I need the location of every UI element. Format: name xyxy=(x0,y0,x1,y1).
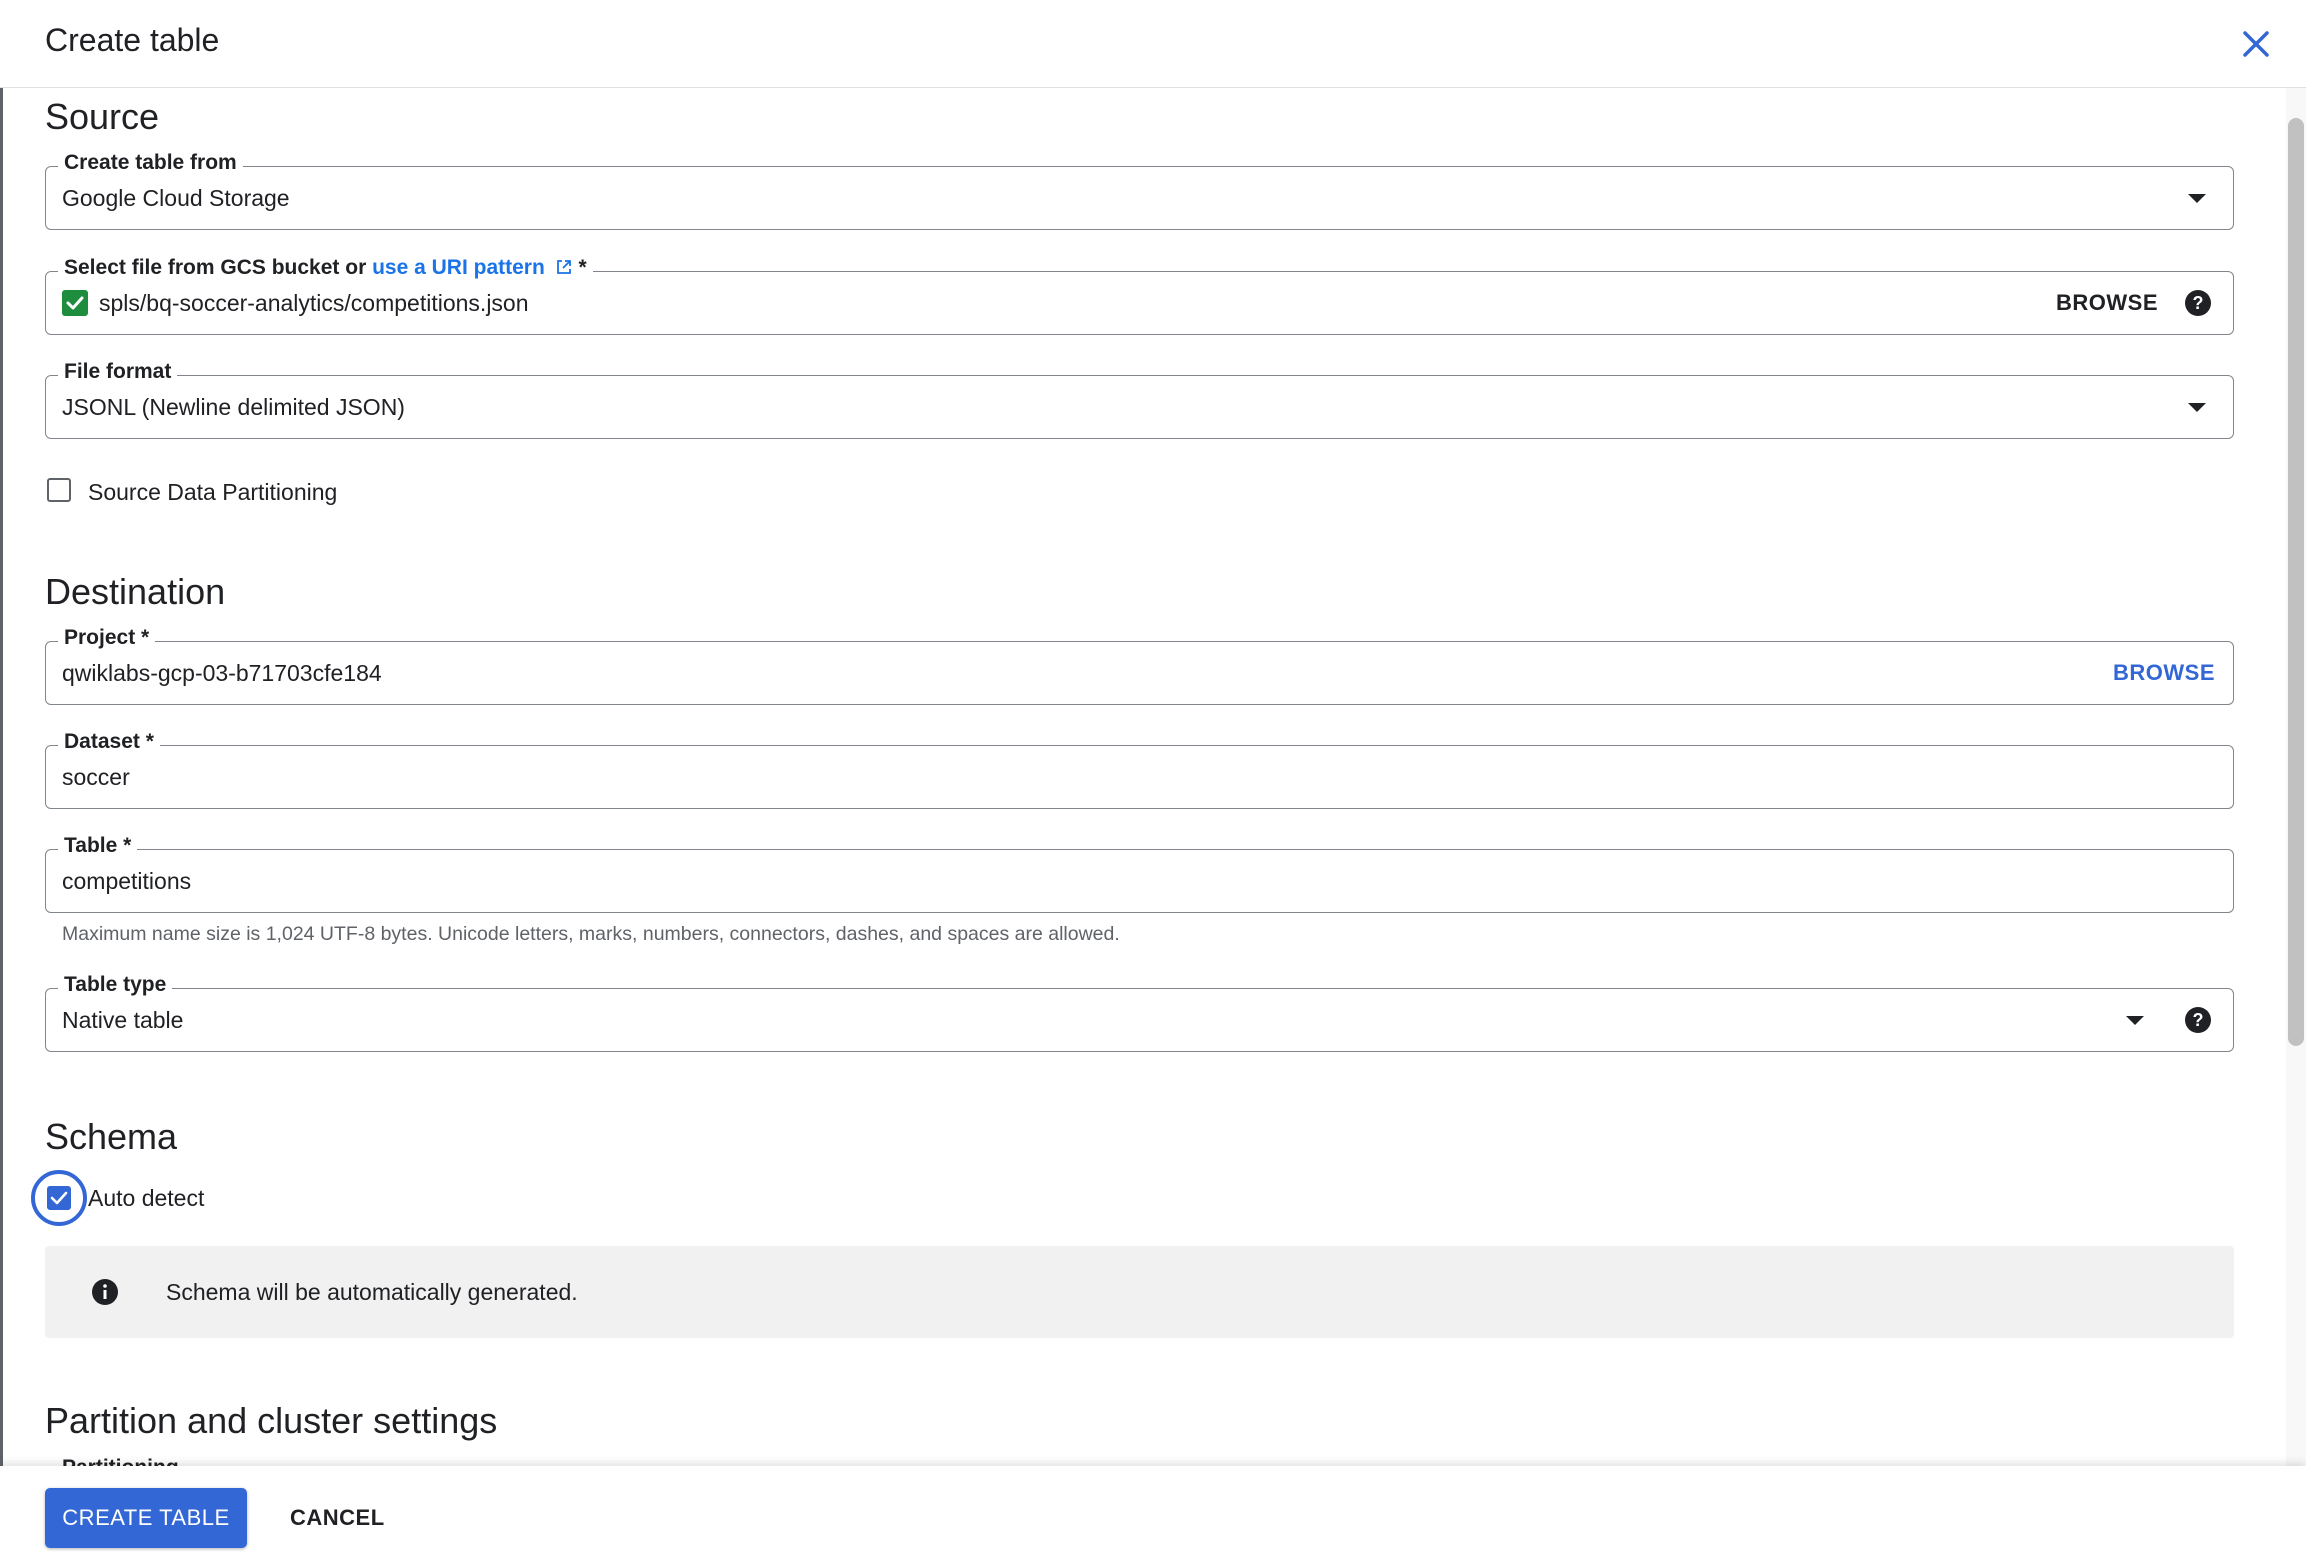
gcs-file-field[interactable]: Select file from GCS bucket or use a URI… xyxy=(45,256,2234,335)
table-type-label: Table type xyxy=(58,973,173,997)
source-partitioning-checkbox[interactable] xyxy=(47,478,71,502)
chevron-down-icon xyxy=(2126,1016,2144,1025)
dataset-label: Dataset * xyxy=(58,730,160,754)
required-mark: * xyxy=(572,256,587,279)
project-value: qwiklabs-gcp-03-b71703cfe184 xyxy=(62,660,382,686)
source-partitioning-label: Source Data Partitioning xyxy=(88,479,338,505)
close-icon xyxy=(2243,31,2269,57)
schema-info-text: Schema will be automatically generated. xyxy=(166,1279,578,1305)
auto-detect-label: Auto detect xyxy=(88,1185,205,1211)
dialog-header: Create table xyxy=(0,0,2306,88)
uri-pattern-link[interactable]: use a URI pattern xyxy=(372,256,545,279)
table-name-input[interactable]: Table * competitions xyxy=(45,834,2234,913)
chevron-down-icon xyxy=(2188,403,2206,412)
destination-heading: Destination xyxy=(45,571,226,612)
table-name-hint: Maximum name size is 1,024 UTF-8 bytes. … xyxy=(62,923,1120,945)
valid-check-icon xyxy=(62,290,88,316)
source-heading: Source xyxy=(45,96,160,137)
schema-info-banner: Schema will be automatically generated. xyxy=(45,1246,2234,1338)
table-value: competitions xyxy=(62,868,192,894)
schema-heading: Schema xyxy=(45,1116,178,1157)
dataset-field[interactable]: Dataset * soccer xyxy=(45,730,2234,809)
dataset-value: soccer xyxy=(62,764,130,790)
scrollbar-thumb[interactable] xyxy=(2288,118,2304,1046)
help-icon[interactable]: ? xyxy=(2184,1006,2212,1034)
file-format-select[interactable]: File format JSONL (Newline delimited JSO… xyxy=(45,360,2234,439)
dialog-footer: CREATE TABLE CANCEL xyxy=(0,1466,2306,1558)
gcs-browse-button[interactable]: BROWSE xyxy=(2056,290,2158,316)
partitioning-label-peek: Partitioning xyxy=(62,1456,179,1466)
table-label: Table * xyxy=(58,834,138,858)
help-icon[interactable]: ? xyxy=(2184,289,2212,317)
file-format-value: JSONL (Newline delimited JSON) xyxy=(62,394,405,420)
partition-heading: Partition and cluster settings xyxy=(45,1400,498,1441)
svg-text:?: ? xyxy=(2193,1010,2204,1030)
gcs-file-value: spls/bq-soccer-analytics/competitions.js… xyxy=(99,290,529,316)
project-browse-button[interactable]: BROWSE xyxy=(2113,660,2215,686)
create-table-dialog: Create table Source Create table from Go… xyxy=(0,0,2306,1558)
svg-text:?: ? xyxy=(2193,293,2204,313)
create-from-select[interactable]: Create table from Google Cloud Storage xyxy=(45,151,2234,230)
cancel-button[interactable]: CANCEL xyxy=(270,1488,405,1548)
close-button[interactable] xyxy=(2234,22,2278,66)
table-type-value: Native table xyxy=(62,1007,184,1033)
chevron-down-icon xyxy=(2188,194,2206,203)
left-edge xyxy=(0,0,3,1558)
external-link-icon xyxy=(556,260,571,274)
auto-detect-checkbox[interactable] xyxy=(47,1186,71,1210)
gcs-file-label: Select file from GCS bucket or use a URI… xyxy=(58,256,593,280)
dialog-title: Create table xyxy=(45,22,220,58)
create-from-value: Google Cloud Storage xyxy=(62,185,290,211)
project-label: Project * xyxy=(58,626,156,650)
file-format-label: File format xyxy=(58,360,178,384)
create-from-label: Create table from xyxy=(58,151,243,175)
checkmark-icon xyxy=(50,1191,68,1205)
gcs-file-label-text: Select file from GCS bucket or xyxy=(64,256,373,279)
create-table-button[interactable]: CREATE TABLE xyxy=(45,1488,247,1548)
info-icon xyxy=(92,1279,118,1305)
project-field[interactable]: Project * qwiklabs-gcp-03-b71703cfe184 B… xyxy=(45,626,2234,705)
table-type-select[interactable]: Table type Native table ? xyxy=(45,973,2234,1052)
